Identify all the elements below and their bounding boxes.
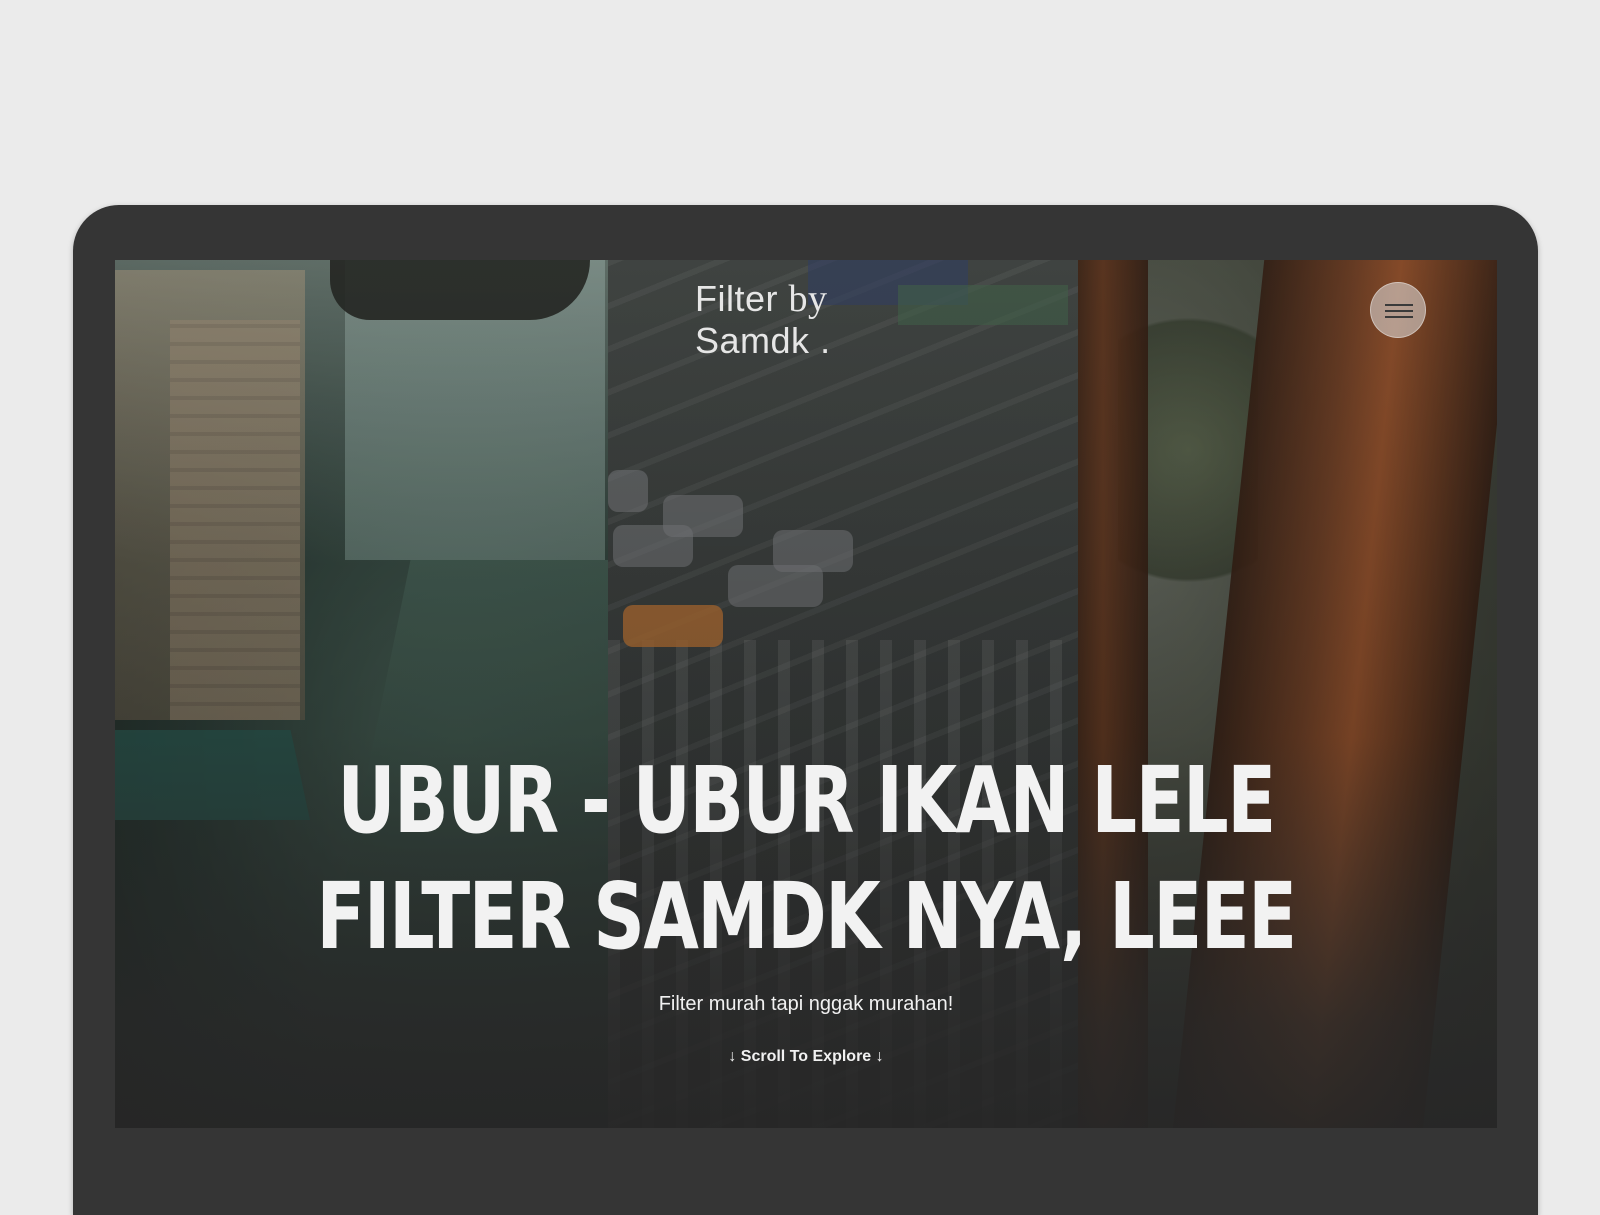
hero-subtitle: Filter murah tapi nggak murahan! bbox=[658, 993, 954, 1015]
logo-word-filter: Filter bbox=[695, 278, 778, 319]
logo-word-samdk: Samdk bbox=[695, 320, 810, 361]
hero-headline-line-1: UBUR - UBUR IKAN LELE bbox=[337, 747, 1276, 854]
hamburger-menu-icon[interactable] bbox=[1370, 282, 1426, 338]
website-screen: Filter by Samdk . UBUR - UBUR IKAN LELE … bbox=[115, 260, 1497, 1128]
logo-dot: . bbox=[820, 320, 831, 361]
hero-headline: UBUR - UBUR IKAN LELE FILTER SAMDK NYA, … bbox=[267, 743, 1345, 975]
logo-word-by: by bbox=[788, 278, 828, 320]
hero-headline-line-2: FILTER SAMDK NYA, LEEE bbox=[316, 863, 1297, 970]
scroll-to-explore-link[interactable]: ↓ Scroll To Explore ↓ bbox=[115, 1048, 1497, 1066]
site-logo[interactable]: Filter by Samdk . bbox=[695, 278, 831, 362]
